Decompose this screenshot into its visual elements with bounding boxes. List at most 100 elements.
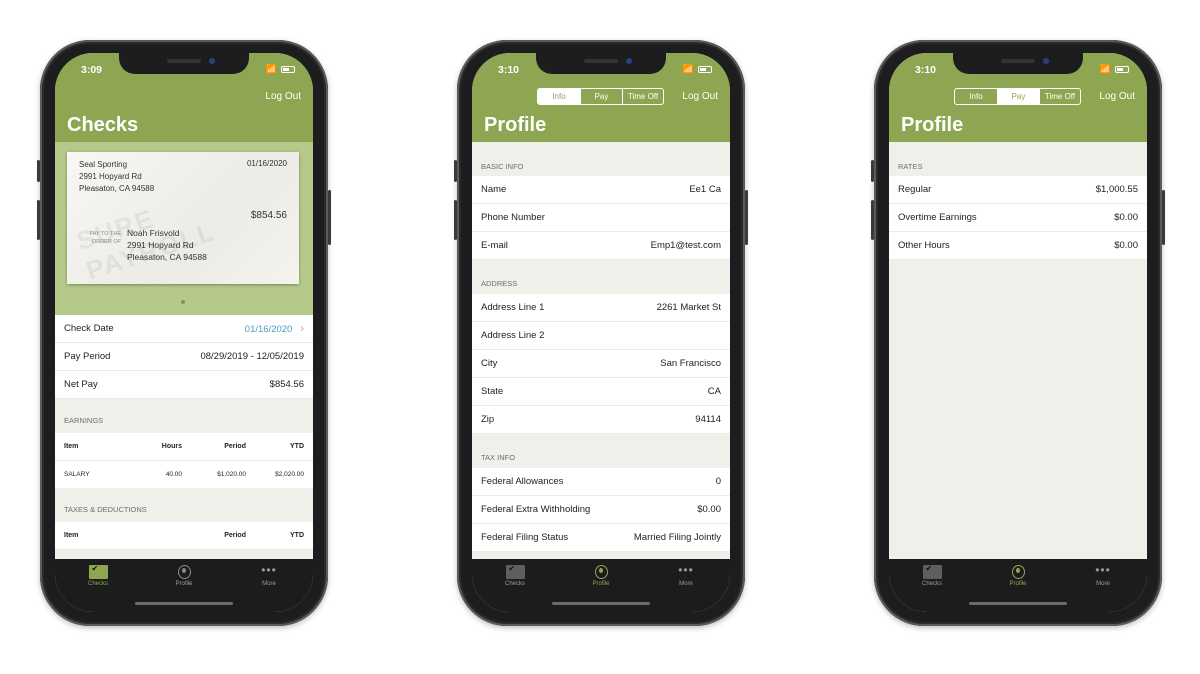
email-row: E-mail Emp1@test.com bbox=[472, 232, 730, 260]
checks-icon bbox=[88, 564, 108, 579]
home-indicator[interactable] bbox=[552, 602, 650, 605]
address-header: ADDRESS bbox=[481, 279, 518, 288]
tab-more[interactable]: ••• More bbox=[1073, 563, 1133, 587]
power-button bbox=[328, 190, 331, 245]
battery-icon bbox=[281, 66, 295, 73]
net-pay-row: Net Pay $854.56 bbox=[55, 371, 313, 399]
address-line2-row: Address Line 2 bbox=[472, 322, 730, 350]
profile-icon bbox=[177, 565, 191, 579]
taxes-header: TAXES & DEDUCTIONS bbox=[64, 505, 147, 514]
city-row: City San Francisco bbox=[472, 350, 730, 378]
wifi-icon: 📶 bbox=[265, 64, 277, 74]
notch bbox=[119, 53, 249, 74]
home-indicator[interactable] bbox=[135, 602, 233, 605]
address-line1-row: Address Line 1 2261 Market St bbox=[472, 294, 730, 322]
more-icon: ••• bbox=[1095, 563, 1111, 577]
taxes-columns: Item Period YTD bbox=[55, 522, 313, 550]
segment-info[interactable]: Info bbox=[955, 89, 997, 104]
earnings-header: EARNINGS bbox=[64, 416, 104, 425]
camera-icon bbox=[626, 58, 632, 64]
check-image: SURE PAYROLL Seal Sporting 2991 Hopyard … bbox=[67, 152, 299, 286]
phone-checks: 3:09 📶 Log Out Checks SURE PAYROLL Seal … bbox=[37, 40, 331, 626]
power-button bbox=[1162, 190, 1165, 245]
table-row: SALARY 40.00 $1,020.00 $2,020.00 bbox=[55, 461, 313, 488]
federal-allowances-row: Federal Allowances 0 bbox=[472, 468, 730, 496]
check-amount: $854.56 bbox=[250, 210, 287, 221]
phone-profile-info: 3:10 📶 Info Pay Time Off Log Out Profile… bbox=[454, 40, 748, 626]
status-time: 3:10 bbox=[498, 64, 520, 76]
status-time: 3:10 bbox=[915, 64, 937, 76]
profile-icon bbox=[1011, 565, 1025, 579]
tab-bar: Checks Profile ••• More bbox=[889, 559, 1147, 612]
tab-checks[interactable]: Checks bbox=[68, 564, 128, 587]
segment-pay[interactable]: Pay bbox=[997, 89, 1039, 104]
page-indicator bbox=[181, 300, 185, 304]
check-carousel[interactable]: SURE PAYROLL Seal Sporting 2991 Hopyard … bbox=[55, 142, 313, 315]
profile-icon bbox=[594, 565, 608, 579]
logout-button[interactable]: Log Out bbox=[1099, 91, 1135, 102]
tax-info-header: TAX INFO bbox=[481, 453, 516, 462]
tab-profile[interactable]: Profile bbox=[154, 565, 214, 587]
name-row: Name Ee1 Ca bbox=[472, 176, 730, 204]
battery-icon bbox=[1115, 66, 1129, 73]
mute-switch bbox=[871, 160, 874, 182]
segment-time-off[interactable]: Time Off bbox=[1039, 89, 1080, 104]
other-hours-row: Other Hours $0.00 bbox=[889, 232, 1147, 260]
payer-address: Seal Sporting 2991 Hopyard Rd Pleasaton,… bbox=[79, 160, 155, 193]
screen: 3:10 📶 Info Pay Time Off Log Out Profile… bbox=[889, 53, 1147, 612]
camera-icon bbox=[1043, 58, 1049, 64]
battery-icon bbox=[698, 66, 712, 73]
tab-bar: Checks Profile ••• More bbox=[472, 559, 730, 612]
chevron-right-icon: › bbox=[300, 322, 304, 335]
home-indicator[interactable] bbox=[969, 602, 1067, 605]
checks-icon bbox=[505, 564, 525, 579]
tab-more[interactable]: ••• More bbox=[239, 563, 299, 587]
state-row: State CA bbox=[472, 378, 730, 406]
earnings-columns: Item Hours Period YTD bbox=[55, 433, 313, 461]
zip-row: Zip 94114 bbox=[472, 406, 730, 434]
screen: 3:10 📶 Info Pay Time Off Log Out Profile… bbox=[472, 53, 730, 612]
basic-info-header: BASIC INFO bbox=[481, 162, 524, 171]
volume-up-button bbox=[37, 200, 40, 240]
more-icon: ••• bbox=[261, 563, 277, 577]
check-date-row[interactable]: Check Date 01/16/2020 › bbox=[55, 315, 313, 343]
wifi-icon: 📶 bbox=[1099, 64, 1111, 74]
profile-segmented-control: Info Pay Time Off bbox=[537, 88, 664, 105]
notch bbox=[953, 53, 1083, 74]
volume-up-button bbox=[454, 200, 457, 240]
rates-content[interactable]: RATES Regular $1,000.55 Overtime Earnings… bbox=[889, 142, 1147, 559]
rates-header: RATES bbox=[898, 162, 923, 171]
tab-profile[interactable]: Profile bbox=[571, 565, 631, 587]
camera-icon bbox=[209, 58, 215, 64]
tab-profile[interactable]: Profile bbox=[988, 565, 1048, 587]
mute-switch bbox=[454, 160, 457, 182]
phone-profile-pay: 3:10 📶 Info Pay Time Off Log Out Profile… bbox=[871, 40, 1165, 626]
page-title: Profile bbox=[901, 114, 964, 136]
notch bbox=[536, 53, 666, 74]
overtime-earnings-row: Overtime Earnings $0.00 bbox=[889, 204, 1147, 232]
wifi-icon: 📶 bbox=[682, 64, 694, 74]
regular-rate-row: Regular $1,000.55 bbox=[889, 176, 1147, 204]
tab-checks[interactable]: Checks bbox=[902, 564, 962, 587]
federal-filing-status-row: Federal Filing Status Married Filing Join… bbox=[472, 524, 730, 552]
logout-button[interactable]: Log Out bbox=[682, 91, 718, 102]
checks-icon bbox=[922, 564, 942, 579]
tab-bar: Checks Profile ••• More bbox=[55, 559, 313, 612]
pay-period-row: Pay Period 08/29/2019 - 12/05/2019 bbox=[55, 343, 313, 371]
page-title: Checks bbox=[67, 114, 139, 136]
more-icon: ••• bbox=[678, 563, 694, 577]
checks-content[interactable]: SURE PAYROLL Seal Sporting 2991 Hopyard … bbox=[55, 142, 313, 559]
logout-button[interactable]: Log Out bbox=[265, 91, 301, 102]
profile-content[interactable]: BASIC INFO Name Ee1 Ca Phone Number E-mai… bbox=[472, 142, 730, 559]
tab-more[interactable]: ••• More bbox=[656, 563, 716, 587]
segment-pay[interactable]: Pay bbox=[580, 89, 622, 104]
segment-info[interactable]: Info bbox=[538, 89, 580, 104]
tab-checks[interactable]: Checks bbox=[485, 564, 545, 587]
segment-time-off[interactable]: Time Off bbox=[622, 89, 663, 104]
mute-switch bbox=[37, 160, 40, 182]
federal-extra-withholding-row: Federal Extra Withholding $0.00 bbox=[472, 496, 730, 524]
check-date: 01/16/2020 bbox=[246, 159, 287, 168]
payee-address: Noah Frisvold 2991 Hopyard Rd Pleasaton,… bbox=[127, 228, 207, 262]
status-time: 3:09 bbox=[81, 64, 103, 76]
phone-row: Phone Number bbox=[472, 204, 730, 232]
